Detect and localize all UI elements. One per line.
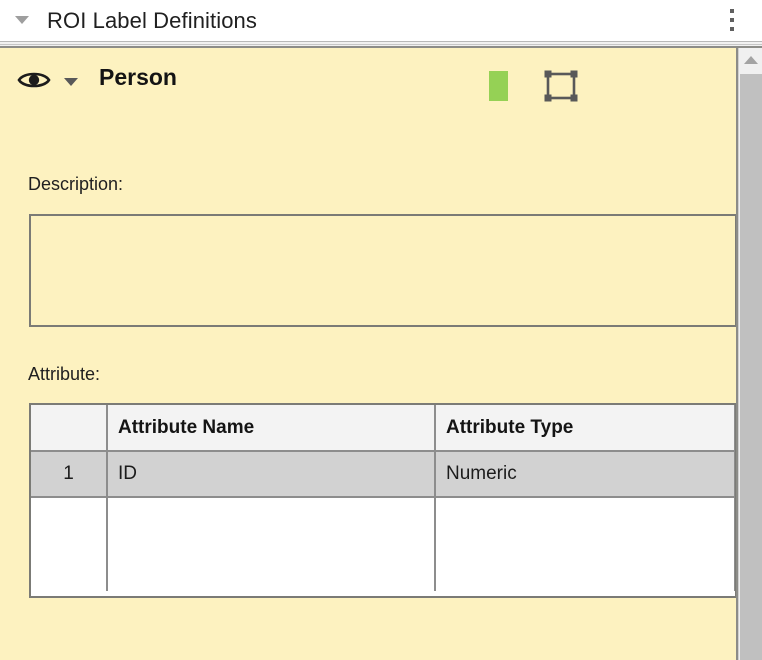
attribute-type-cell[interactable]: Numeric <box>435 451 735 497</box>
attribute-name-cell[interactable]: ID <box>107 451 435 497</box>
kebab-menu-icon[interactable] <box>730 9 736 33</box>
kebab-dot <box>730 9 734 13</box>
titlebar: ROI Label Definitions <box>0 0 762 41</box>
row-index-cell[interactable]: 1 <box>31 451 107 497</box>
kebab-dot <box>730 18 734 22</box>
table-empty-area[interactable] <box>31 497 735 591</box>
table-row[interactable]: 1 ID Numeric <box>31 451 735 497</box>
table-header-row: Attribute Name Attribute Type <box>31 405 735 451</box>
kebab-dot <box>730 27 734 31</box>
eye-icon[interactable] <box>17 69 51 91</box>
empty-cell <box>31 497 107 591</box>
separator-line <box>0 44 762 45</box>
column-header-index[interactable] <box>31 405 107 451</box>
scrollbar-thumb[interactable] <box>740 74 762 660</box>
attribute-label: Attribute: <box>28 364 100 385</box>
empty-cell <box>435 497 735 591</box>
description-label: Description: <box>28 174 123 195</box>
description-input[interactable] <box>29 214 737 327</box>
panel-body: Person Description: Attribute: <box>0 48 738 660</box>
color-swatch[interactable] <box>489 71 508 101</box>
vertical-scrollbar[interactable] <box>738 48 762 660</box>
column-header-attribute-type[interactable]: Attribute Type <box>435 405 735 451</box>
triangle-down-icon[interactable] <box>15 16 29 24</box>
triangle-up-icon <box>744 56 758 64</box>
column-header-attribute-name[interactable]: Attribute Name <box>107 405 435 451</box>
separator-line <box>0 41 762 42</box>
triangle-down-icon[interactable] <box>64 78 78 86</box>
roi-label-definitions-panel: ROI Label Definitions Person <box>0 0 762 660</box>
label-header-row: Person <box>0 58 738 102</box>
label-name: Person <box>99 64 177 91</box>
page-title: ROI Label Definitions <box>47 8 257 34</box>
empty-cell <box>107 497 435 591</box>
scroll-up-button[interactable] <box>739 48 762 72</box>
attribute-table[interactable]: Attribute Name Attribute Type 1 ID Numer… <box>29 403 737 598</box>
bounding-box-icon[interactable] <box>543 70 579 102</box>
